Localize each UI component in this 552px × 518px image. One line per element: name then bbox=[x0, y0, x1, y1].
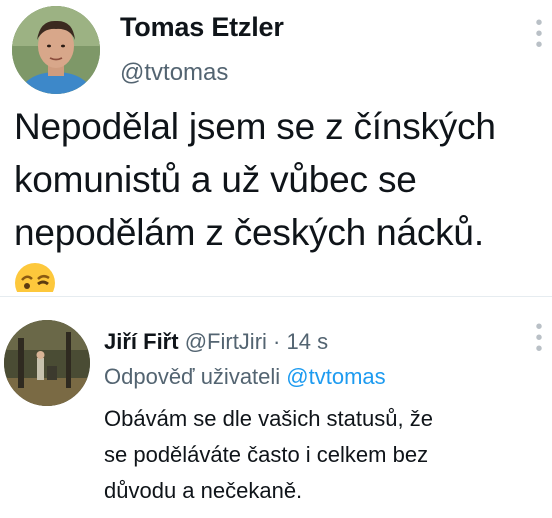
author-name[interactable]: Tomas Etzler bbox=[120, 12, 284, 43]
main-tweet: Tomas Etzler @tvtomas • • • Nepodělal jsem… bbox=[0, 0, 552, 292]
author-avatar[interactable] bbox=[12, 6, 100, 94]
more-vertical-icon[interactable]: • • • bbox=[532, 317, 546, 359]
divider bbox=[0, 296, 552, 297]
more-vertical-icon[interactable]: • • • bbox=[532, 13, 546, 55]
author-avatar-image bbox=[12, 6, 100, 94]
winking-face-icon bbox=[14, 262, 56, 292]
replying-to-label: Odpověď uživateli bbox=[104, 364, 281, 389]
reply-author-avatar[interactable] bbox=[4, 320, 90, 406]
replying-to: Odpověď uživateli @tvtomas bbox=[104, 364, 386, 390]
author-handle[interactable]: @tvtomas bbox=[120, 59, 228, 87]
replying-to-mention[interactable]: @tvtomas bbox=[286, 364, 385, 389]
reply-time[interactable]: 14 s bbox=[286, 329, 328, 354]
reply-separator: · bbox=[273, 329, 281, 354]
reply-author-handle[interactable]: @FirtJiri bbox=[185, 329, 267, 354]
reply-text: Obávám se dle vašich statusů, že se podě… bbox=[104, 406, 433, 503]
reply-author-name[interactable]: Jiří Fiřt bbox=[104, 329, 179, 354]
reply-avatar-image bbox=[4, 320, 90, 406]
tweet-text: Nepodělal jsem se z čínských komunistů a… bbox=[14, 106, 496, 253]
reply-header: Jiří Fiřt @FirtJiri · 14 s bbox=[104, 329, 328, 355]
